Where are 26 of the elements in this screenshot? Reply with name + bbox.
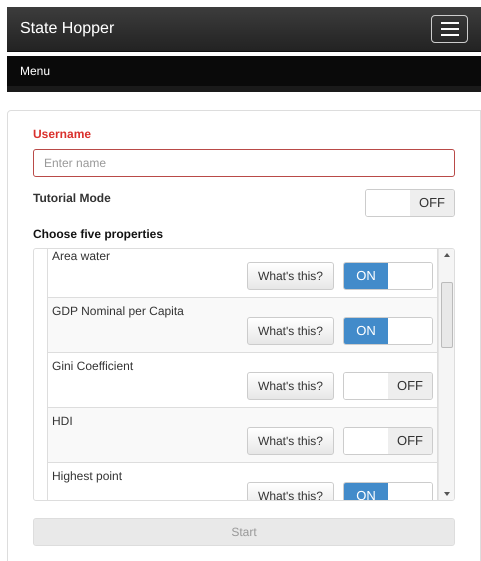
toggle-switch[interactable]: ON	[343, 262, 433, 290]
field-label: Choose five properties	[33, 226, 164, 243]
help-button[interactable]: What's this?	[247, 262, 334, 290]
property-name: HDI	[52, 414, 73, 430]
toggle-switch[interactable]: OFF	[365, 189, 455, 217]
scrollbar-thumb[interactable]	[440, 282, 452, 348]
toggle-switch[interactable]: OFF	[343, 427, 433, 455]
menu-icon[interactable]	[431, 15, 468, 43]
property-name: Gini Coefficient	[52, 359, 134, 375]
help-button[interactable]: What's this?	[247, 317, 334, 345]
toggle-switch[interactable]: OFF	[343, 372, 433, 400]
toggle-switch[interactable]: ON	[343, 317, 433, 345]
property-name: Area water	[52, 249, 110, 265]
property-name: GDP Nominal per Capita	[52, 304, 184, 320]
menu-link[interactable]: Menu	[20, 62, 50, 80]
username-field[interactable]: Enter name	[33, 149, 455, 177]
app-title: State Hopper	[20, 19, 114, 39]
field-label: Username	[33, 126, 92, 143]
scroll-up-icon[interactable]	[444, 253, 450, 257]
help-button[interactable]: What's this?	[247, 372, 334, 400]
help-button[interactable]: What's this?	[247, 482, 334, 500]
field-label: Tutorial Mode	[33, 190, 111, 207]
scrollbar[interactable]	[438, 249, 454, 500]
property-name: Highest point	[52, 469, 122, 485]
help-button[interactable]: What's this?	[247, 427, 334, 455]
scroll-down-icon[interactable]	[444, 492, 450, 496]
